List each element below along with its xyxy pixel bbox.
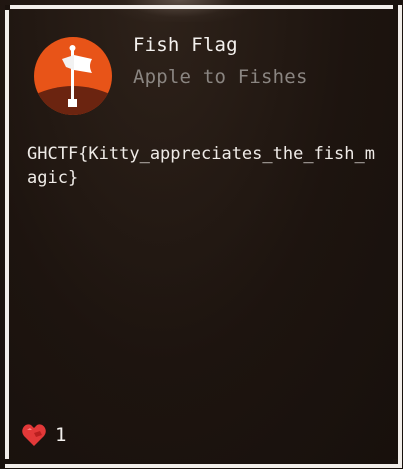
likes-count: 1 [55, 424, 67, 446]
frame-corner [393, 5, 398, 10]
flag-text: GHCTF{Kitty_appreciates_the_fish_magic} [27, 144, 375, 188]
challenge-subtitle: Apple to Fishes [133, 66, 308, 88]
frame-corner [5, 5, 10, 10]
challenge-card: Fish Flag Apple to Fishes GHCTF{Kitty_ap… [0, 0, 403, 469]
flag-on-hill-icon [34, 37, 112, 115]
likes-counter[interactable]: 1 [21, 422, 66, 448]
frame-corner [5, 459, 10, 464]
challenge-title: Fish Flag [133, 34, 238, 56]
red-heart-icon [22, 424, 46, 446]
frame-corner [393, 459, 398, 464]
